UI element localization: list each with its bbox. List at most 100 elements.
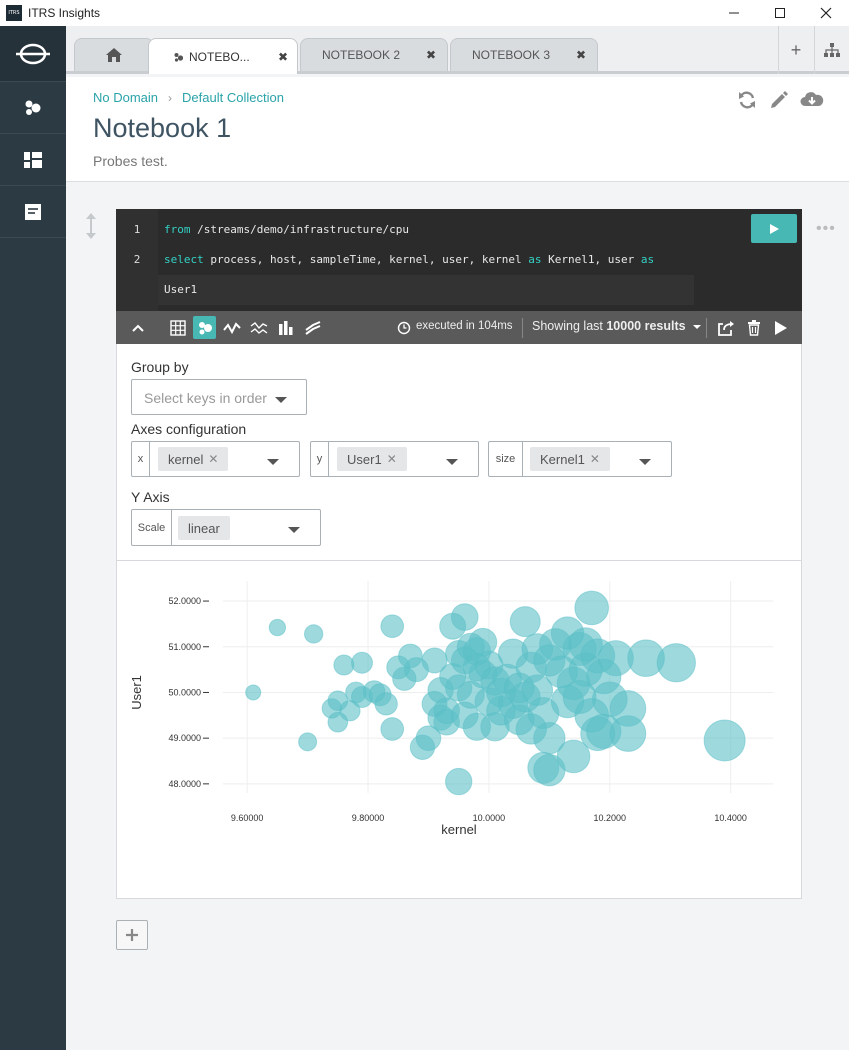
caret-down-icon [288,527,300,533]
code-keyword: from [164,223,191,236]
breadcrumb-domain[interactable]: No Domain [93,90,158,105]
data-point [445,767,473,796]
x-axis-value: kernel [168,451,204,467]
results-limit-value: 10000 results [606,319,686,333]
maximize-button[interactable] [757,0,803,26]
logo-icon [16,43,50,64]
y-axis-label: Y Axis [131,489,170,505]
toolbar-divider [706,318,707,338]
view-scatter-button[interactable] [193,316,216,339]
y-axis-title: User1 [129,675,144,710]
minimize-icon [729,12,739,14]
x-axis-select[interactable]: x kernel ✕ [131,441,300,477]
page-title: Notebook 1 [93,113,232,143]
edit-button[interactable] [766,87,792,113]
view-area-button[interactable] [301,316,324,339]
breadcrumb-collection[interactable]: Default Collection [182,90,284,105]
view-table-button[interactable] [166,316,189,339]
cell-menu-icon[interactable]: ••• [816,220,836,238]
close-window-button[interactable] [803,0,849,26]
axes-configuration-label: Axes configuration [131,421,247,437]
caret-down-icon [275,397,287,403]
bubble-chart[interactable]: 48.0000 49.0000 50.0000 51.0000 52.0000 9.600… [117,561,801,898]
add-tab-button[interactable]: + [778,26,813,74]
data-point [509,606,541,638]
tab-close-icon[interactable]: ✖ [571,48,591,62]
data-point [333,654,355,676]
sidebar-logo[interactable] [0,26,66,82]
breadcrumb: No Domain › Default Collection [93,90,284,105]
execution-value: 104ms [478,320,513,332]
app-title: ITRS Insights [28,6,101,20]
y-axis-select[interactable]: y User1 ✕ [310,441,479,477]
view-multi-line-button[interactable] [247,316,270,339]
caret-down-icon [693,325,702,329]
tab-close-icon[interactable]: ✖ [273,50,293,64]
data-point [609,715,647,752]
group-by-select[interactable]: Select keys in order [131,379,307,415]
refresh-button[interactable] [734,87,760,113]
data-point [380,717,405,741]
y-scale-select[interactable]: Scale linear [131,509,321,546]
window-titlebar: ITRS ITRS Insights [0,0,849,26]
remove-chip-icon[interactable]: ✕ [590,452,600,466]
results-limit-label: Showing last [532,319,603,333]
x-tick-label: 10.2000 [594,813,627,823]
download-button[interactable] [799,87,825,113]
query-editor[interactable]: 1 2 from /streams/demo/infrastructure/cp… [116,209,802,311]
y-axis-value: User1 [347,451,382,467]
sidebar-item-explore[interactable] [0,82,66,134]
home-icon [106,48,122,62]
data-point [303,624,324,644]
code-keyword: select [164,253,204,266]
x-tick-label: 10.0000 [473,813,506,823]
caret-down-icon [446,459,458,465]
delete-cell-button[interactable] [742,316,765,339]
tab-notebook-2[interactable]: NOTEBOOK 2 ✖ [300,38,448,71]
play-icon [774,320,787,335]
export-button[interactable] [714,316,737,339]
sidebar-item-notebooks[interactable] [0,186,66,238]
code-text: Kernel1, user [541,253,641,266]
data-point [268,618,287,637]
remove-chip-icon[interactable]: ✕ [387,452,397,466]
x-axis-chip: kernel ✕ [158,447,229,471]
x-axis-title: kernel [441,822,477,837]
run-cell-button[interactable] [751,214,797,243]
execution-label: executed in [416,320,475,332]
data-point [574,590,610,626]
minimize-button[interactable] [711,0,757,26]
x-tick-label: 10.4000 [714,813,747,823]
run-toolbar-button[interactable] [769,316,792,339]
results-limit-dropdown[interactable]: Showing last 10000 results [532,319,702,333]
collapse-button[interactable] [126,316,149,339]
add-cell-button[interactable] [116,920,148,950]
tab-notebook-3[interactable]: NOTEBOOK 3 ✖ [450,38,598,71]
plus-icon [126,929,138,941]
view-bar-button[interactable] [274,316,297,339]
sidebar-item-dashboards[interactable] [0,134,66,186]
stacked-area-icon [304,320,320,335]
tab-close-icon[interactable]: ✖ [421,48,441,62]
scatter-icon [198,321,212,334]
caret-down-icon [267,459,279,465]
tab-label: NOTEBO... [189,49,250,64]
line-number: 2 [133,253,141,266]
view-line-button[interactable] [220,316,243,339]
tab-notebook-1[interactable]: NOTEBO... ✖ [148,38,298,74]
hierarchy-button[interactable] [814,26,849,74]
tab-bar: NOTEBO... ✖ NOTEBOOK 2 ✖ NOTEBOOK 3 ✖ + [66,26,849,74]
dashboard-icon [24,151,42,168]
cell-drag-handle[interactable] [84,212,98,240]
tab-home[interactable] [74,38,154,71]
data-point [380,614,405,639]
data-point [351,651,374,674]
data-point [703,719,746,762]
data-point [450,603,479,631]
execution-time: executed in 104ms [416,320,513,332]
remove-chip-icon[interactable]: ✕ [208,452,218,466]
x-tick-label: 9.60000 [231,813,264,823]
size-axis-select[interactable]: size Kernel1 ✕ [488,441,672,477]
code-line-2: select process, host, sampleTime, kernel… [164,253,654,266]
toolbar-divider [522,318,523,338]
